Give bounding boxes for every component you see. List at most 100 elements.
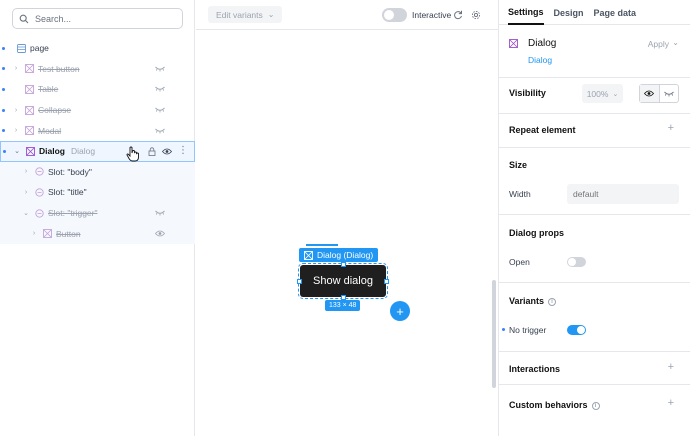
search-icon <box>19 14 29 23</box>
tree-item-collapse[interactable]: › Collapse <box>0 100 195 121</box>
tree-item-label: page <box>30 43 49 54</box>
visibility-value: 100% <box>586 88 609 99</box>
chevron-right-icon[interactable]: › <box>30 230 38 237</box>
eye-icon[interactable] <box>155 230 165 237</box>
chevron-down-icon[interactable]: ⌄ <box>22 209 30 217</box>
no-trigger-toggle[interactable] <box>567 325 586 335</box>
eye-slash-icon[interactable] <box>155 128 165 134</box>
size-title: Size <box>509 160 528 170</box>
tree-item-slot-body[interactable]: › Slot: "body" <box>0 161 195 183</box>
tree-item-label: Slot: "body" <box>48 166 92 177</box>
bullet-dot <box>502 328 505 331</box>
bullet-dot <box>2 87 5 91</box>
chevron-right-icon[interactable]: › <box>12 65 20 72</box>
tab-design[interactable]: Design <box>554 0 584 25</box>
lock-icon[interactable] <box>148 147 156 156</box>
open-toggle[interactable] <box>567 257 586 267</box>
chevron-right-icon[interactable]: › <box>22 189 30 196</box>
design-canvas[interactable] <box>196 31 498 436</box>
eye-slash-icon[interactable] <box>155 107 165 113</box>
show-dialog-button[interactable]: Show dialog <box>298 263 388 299</box>
visibility-toggle-group <box>639 84 679 103</box>
interactive-toggle[interactable] <box>382 8 407 22</box>
canvas-scrollbar[interactable] <box>492 280 496 388</box>
info-icon[interactable]: i <box>548 297 557 306</box>
plus-icon[interactable]: + <box>668 397 674 409</box>
chevron-down-icon: ⌄ <box>612 90 619 98</box>
tree-item-page[interactable]: page <box>0 38 195 59</box>
chevron-right-icon[interactable]: › <box>12 107 20 114</box>
eye-icon[interactable] <box>162 148 172 155</box>
tree-item-slot-trigger[interactable]: ⌄ Slot: "trigger" <box>0 202 195 224</box>
app: page › Test button Table › Collaps <box>0 0 690 436</box>
search-box[interactable] <box>12 8 183 29</box>
panel-tabs: Settings Design Page data <box>499 0 690 25</box>
width-input[interactable] <box>567 184 679 204</box>
tree-item-test-button[interactable]: › Test button <box>0 59 195 80</box>
component-tag-label: Dialog (Dialog) <box>317 250 374 260</box>
properties-panel: Settings Design Page data Dialog Dialog … <box>498 0 690 436</box>
slot-icon <box>34 167 44 177</box>
tree-item-slot-title[interactable]: › Slot: "title" <box>0 182 195 203</box>
chevron-right-icon[interactable]: › <box>22 168 30 175</box>
slot-icon <box>34 208 44 218</box>
chevron-down-icon: ⌄ <box>267 10 275 19</box>
tree-item-button[interactable]: › Button <box>0 223 195 244</box>
variants-title-text: Variants <box>509 296 545 306</box>
info-icon[interactable]: i <box>591 401 600 410</box>
tree-item-label: Test button <box>38 63 80 74</box>
tree-item-modal[interactable]: › Modal <box>0 120 195 141</box>
repeat-section: Repeat element + <box>499 114 690 148</box>
tree-item-table[interactable]: Table <box>0 79 195 100</box>
visibility-section: Visibility 100% ⌄ <box>499 78 690 114</box>
component-icon <box>25 146 35 156</box>
eye-slash-icon[interactable] <box>155 66 165 72</box>
bullet-dot <box>2 129 5 133</box>
component-icon <box>509 39 518 48</box>
tree-item-dialog[interactable]: ⌄ Dialog Dialog ⋮ <box>0 140 195 162</box>
refresh-icon[interactable] <box>453 10 463 20</box>
tab-settings[interactable]: Settings <box>508 0 544 25</box>
tree-item-label: Slot: "title" <box>48 187 87 198</box>
visible-option[interactable] <box>640 85 660 102</box>
add-element-button[interactable]: + <box>390 301 410 321</box>
eye-slash-icon[interactable] <box>155 86 165 92</box>
tree-item-label: Modal <box>38 125 62 136</box>
visibility-select[interactable]: 100% ⌄ <box>582 84 623 103</box>
chevron-down-icon[interactable]: ⌄ <box>13 147 21 155</box>
bullet-dot <box>2 67 5 71</box>
tab-page-data[interactable]: Page data <box>594 0 637 25</box>
outline-panel: page › Test button Table › Collaps <box>0 0 195 436</box>
component-header: Dialog Dialog Apply ⌄ <box>499 25 690 78</box>
tree-item-component-name: Dialog <box>70 146 96 157</box>
eye-slash-icon[interactable] <box>155 210 165 216</box>
component-link[interactable]: Dialog <box>528 55 552 65</box>
edit-variants-button[interactable]: Edit variants ⌄ <box>208 6 283 23</box>
resize-handle-right[interactable] <box>384 279 389 284</box>
chevron-right-icon[interactable]: › <box>12 127 20 134</box>
plus-icon[interactable]: + <box>668 122 674 134</box>
variants-section: Variants i No trigger <box>499 283 690 352</box>
chevron-down-icon[interactable]: ⌄ <box>672 38 679 47</box>
slot-icon <box>34 187 44 197</box>
hand-cursor-icon <box>126 146 139 162</box>
open-label: Open <box>509 257 530 267</box>
interactions-section: Interactions + <box>499 352 690 385</box>
component-icon <box>42 229 52 239</box>
resize-handle-left[interactable] <box>297 279 302 284</box>
hidden-option[interactable] <box>660 85 679 102</box>
component-icon <box>24 84 34 94</box>
custom-behaviors-title: Custom behaviors i <box>509 400 600 410</box>
size-indicator: 133 × 48 <box>325 300 361 311</box>
width-label: Width <box>509 189 531 199</box>
resize-handle-top[interactable] <box>341 262 346 267</box>
selection-top-bar <box>306 244 338 246</box>
edit-variants-label: Edit variants <box>216 9 263 20</box>
apply-button[interactable]: Apply <box>648 39 669 49</box>
gear-icon[interactable] <box>471 10 481 20</box>
component-tag[interactable]: Dialog (Dialog) <box>299 248 379 262</box>
custom-behaviors-section: Custom behaviors i + <box>499 385 690 425</box>
more-options-icon[interactable]: ⋮ <box>178 146 188 156</box>
search-input[interactable] <box>35 13 175 24</box>
plus-icon[interactable]: + <box>668 361 674 373</box>
